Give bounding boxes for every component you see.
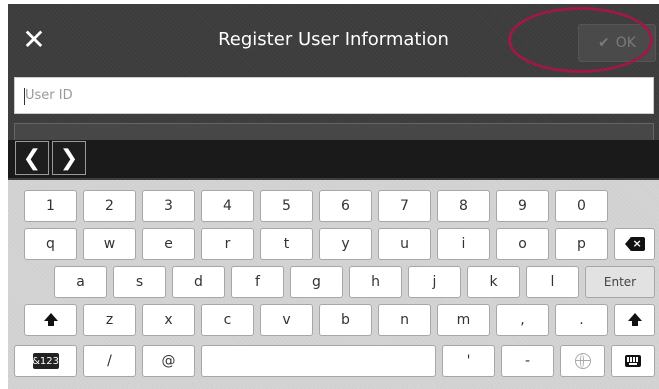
shift-icon [43,313,58,326]
user-id-input[interactable] [15,78,653,113]
key-8[interactable]: 8 [437,190,490,222]
key-c[interactable]: c [201,304,254,336]
key-period[interactable]: . [555,304,608,336]
key-z[interactable]: z [83,304,136,336]
key-dash[interactable]: - [501,345,554,377]
key-q[interactable]: q [24,228,77,260]
key-2[interactable]: 2 [83,190,136,222]
secondary-field[interactable] [14,123,654,141]
key-9[interactable]: 9 [496,190,549,222]
cursor-bar [8,140,659,178]
key-6[interactable]: 6 [319,190,372,222]
key-x[interactable]: x [142,304,195,336]
key-v[interactable]: v [260,304,313,336]
key-l[interactable]: l [526,266,579,298]
chevron-right-icon: ❯ [59,145,79,171]
key-comma[interactable]: , [496,304,549,336]
chevron-left-icon: ❮ [22,145,42,171]
backspace-key[interactable]: × [614,228,655,260]
shift-key-left[interactable] [24,304,77,336]
key-h[interactable]: h [349,266,402,298]
highlight-circle [508,7,653,73]
key-j[interactable]: j [408,266,461,298]
key-4[interactable]: 4 [201,190,254,222]
key-3[interactable]: 3 [142,190,195,222]
key-w[interactable]: w [83,228,136,260]
key-slash[interactable]: / [83,345,136,377]
key-b[interactable]: b [319,304,372,336]
key-e[interactable]: e [142,228,195,260]
key-g[interactable]: g [290,266,343,298]
key-5[interactable]: 5 [260,190,313,222]
key-o[interactable]: o [496,228,549,260]
globe-icon [574,353,591,369]
key-a[interactable]: a [54,266,107,298]
key-k[interactable]: k [467,266,520,298]
cursor-left-button[interactable]: ❮ [15,141,49,175]
shift-key-right[interactable] [614,304,655,336]
symbols-mode-key[interactable]: &123 [14,345,77,377]
key-t[interactable]: t [260,228,313,260]
key-s[interactable]: s [113,266,166,298]
key-r[interactable]: r [201,228,254,260]
language-key[interactable] [560,345,605,377]
symbols-label: &123 [32,353,59,369]
key-p[interactable]: p [555,228,608,260]
key-d[interactable]: d [172,266,225,298]
cursor-right-button[interactable]: ❯ [52,141,86,175]
on-screen-keyboard: 1 2 3 4 5 6 7 8 9 0 q w e r t y u i o p … [8,180,659,389]
key-apostrophe[interactable]: ' [442,345,495,377]
keyboard-icon [625,355,641,367]
key-at[interactable]: @ [142,345,195,377]
key-u[interactable]: u [378,228,431,260]
key-m[interactable]: m [437,304,490,336]
key-7[interactable]: 7 [378,190,431,222]
key-y[interactable]: y [319,228,372,260]
keyboard-toggle-key[interactable] [611,345,655,377]
backspace-icon: × [624,237,645,251]
key-i[interactable]: i [437,228,490,260]
space-key[interactable] [201,345,436,377]
key-0[interactable]: 0 [555,190,608,222]
key-n[interactable]: n [378,304,431,336]
key-f[interactable]: f [231,266,284,298]
user-id-field[interactable] [14,77,654,114]
shift-icon [627,313,642,326]
key-1[interactable]: 1 [24,190,77,222]
enter-key[interactable]: Enter [585,266,655,298]
